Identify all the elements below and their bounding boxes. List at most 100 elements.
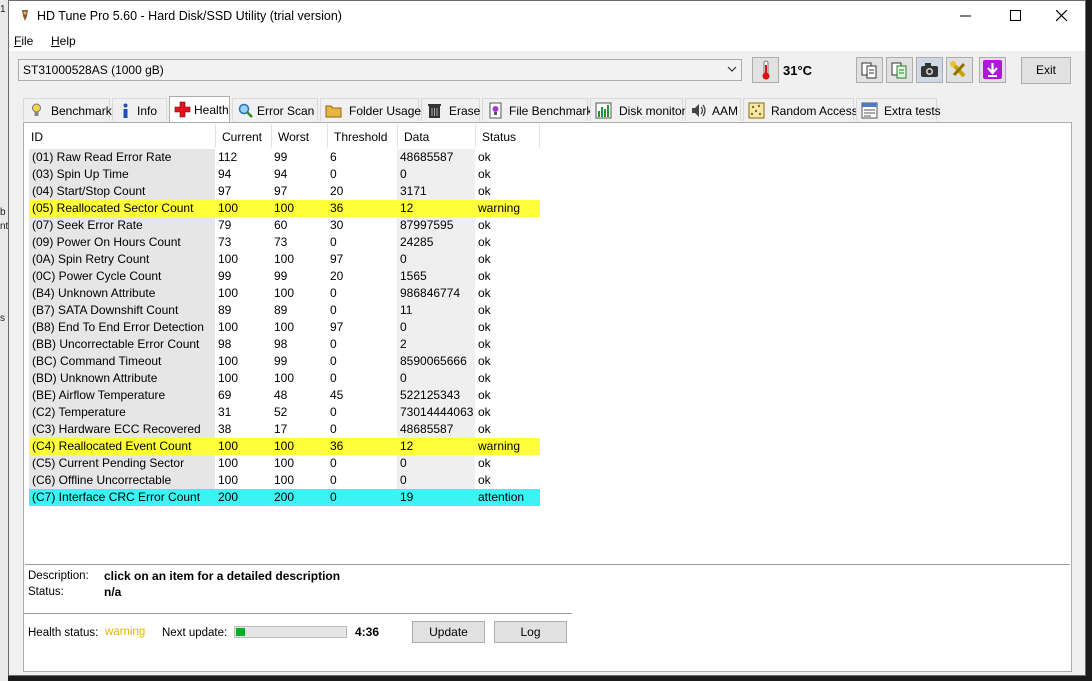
cell-status: ok: [478, 252, 491, 266]
details-area: Description: click on an item for a deta…: [24, 565, 1071, 671]
table-row[interactable]: (C3) Hardware ECC Recovered 38 17 0 48685587…: [29, 421, 540, 438]
tab-folder-usage[interactable]: Folder Usage: [320, 98, 421, 121]
table-row[interactable]: (07) Seek Error Rate 79 60 30 87997595 ok: [29, 217, 540, 234]
table-row[interactable]: (0A) Spin Retry Count 100 100 97 0 ok: [29, 251, 540, 268]
cell-threshold: 36: [327, 438, 397, 455]
table-row[interactable]: (B4) Unknown Attribute 100 100 0 986846774 ok: [29, 285, 540, 302]
menu-file[interactable]: File: [14, 34, 33, 48]
trash-icon: [428, 104, 441, 118]
copy-info-button[interactable]: [856, 57, 883, 83]
random-access-icon: [748, 102, 765, 119]
status-value: n/a: [104, 585, 122, 599]
table-row[interactable]: (BC) Command Timeout 100 99 0 8590065666 ok: [29, 353, 540, 370]
column-header-current[interactable]: Current: [216, 124, 272, 148]
column-header-worst[interactable]: Worst: [272, 124, 328, 148]
tab-label: Health: [194, 103, 229, 117]
maximize-button[interactable]: [993, 1, 1039, 31]
temperature-button[interactable]: [752, 57, 779, 83]
column-header-status[interactable]: Status: [476, 124, 540, 148]
tab-health[interactable]: Health: [169, 96, 230, 122]
drive-select[interactable]: ST31000528AS (1000 gB): [18, 59, 742, 81]
save-button[interactable]: [979, 57, 1006, 83]
table-row[interactable]: (C7) Interface CRC Error Count 200 200 0 19 a…: [29, 489, 540, 506]
cell-worst: 100: [274, 252, 295, 266]
cell-current: 200: [215, 489, 271, 506]
table-row[interactable]: (C5) Current Pending Sector 100 100 0 0 ok: [29, 455, 540, 472]
table-row[interactable]: (C4) Reallocated Event Count 100 100 36 12 wa…: [29, 438, 540, 455]
cell-id: (03) Spin Up Time: [29, 166, 215, 183]
health-cross-icon: [174, 101, 191, 118]
table-row[interactable]: (0C) Power Cycle Count 99 99 20 1565 ok: [29, 268, 540, 285]
tab-file-benchmark[interactable]: File Benchmark: [482, 98, 592, 121]
tab-erase[interactable]: Erase: [421, 98, 480, 121]
tab-disk-monitor[interactable]: Disk monitor: [590, 98, 686, 121]
table-row[interactable]: (03) Spin Up Time 94 94 0 0 ok: [29, 166, 540, 183]
cell-threshold: 0: [327, 489, 397, 506]
tab-error-scan[interactable]: Error Scan: [232, 98, 318, 121]
copy-all-button[interactable]: [886, 57, 913, 83]
cell-worst: 100: [274, 473, 295, 487]
column-header-id[interactable]: ID: [25, 124, 216, 148]
table-row[interactable]: (04) Start/Stop Count 97 97 20 3171 ok: [29, 183, 540, 200]
table-row[interactable]: (01) Raw Read Error Rate 112 99 6 48685587 ok: [29, 149, 540, 166]
column-header-threshold[interactable]: Threshold: [328, 124, 398, 148]
table-row[interactable]: (BD) Unknown Attribute 100 100 0 0 ok: [29, 370, 540, 387]
cell-status: ok: [478, 354, 491, 368]
tab-extra-tests[interactable]: Extra tests: [856, 98, 941, 121]
close-icon: [1056, 10, 1068, 22]
info-icon: [123, 103, 128, 118]
table-row[interactable]: (B7) SATA Downshift Count 89 89 0 11 ok: [29, 302, 540, 319]
cell-current: 31: [218, 405, 232, 419]
cell-current: 100: [218, 320, 239, 334]
screenshot-button[interactable]: [916, 57, 943, 83]
table-row[interactable]: (BB) Uncorrectable Error Count 98 98 0 2 ok: [29, 336, 540, 353]
options-button[interactable]: [946, 57, 973, 83]
cell-status: ok: [478, 320, 491, 334]
cell-status: ok: [478, 473, 491, 487]
cell-worst: 100: [271, 200, 327, 217]
table-row[interactable]: (05) Reallocated Sector Count 100 100 36 12 w…: [29, 200, 540, 217]
window-title: HD Tune Pro 5.60 - Hard Disk/SSD Utility…: [37, 9, 342, 23]
menu-help[interactable]: Help: [51, 34, 76, 48]
table-row[interactable]: (B8) End To End Error Detection 100 100 97 0…: [29, 319, 540, 336]
cell-worst: 99: [274, 150, 288, 164]
next-update-time: 4:36: [355, 625, 380, 639]
file-benchmark-icon: [489, 102, 502, 119]
close-button[interactable]: [1039, 1, 1085, 31]
minimize-button[interactable]: [943, 1, 989, 31]
table-row[interactable]: (BE) Airflow Temperature 69 48 45 522125343 o…: [29, 387, 540, 404]
cell-data: 87997595: [397, 217, 475, 234]
cell-worst: 89: [274, 303, 288, 317]
cell-id: (BD) Unknown Attribute: [29, 370, 215, 387]
table-row[interactable]: (C2) Temperature 31 52 0 73014444063 ok: [29, 404, 540, 421]
cell-threshold: 0: [330, 286, 337, 300]
cell-current: 73: [218, 235, 232, 249]
smart-attribute-table[interactable]: ID Current Worst Threshold Data Status (…: [25, 124, 1070, 565]
cell-threshold: 0: [330, 371, 337, 385]
update-button[interactable]: Update: [412, 621, 485, 643]
copy-all-icon: [891, 62, 907, 79]
column-header-data[interactable]: Data: [398, 124, 476, 148]
table-row[interactable]: (C6) Offline Uncorrectable 100 100 0 0 ok: [29, 472, 540, 489]
menu-help-mnemonic: H: [51, 34, 60, 48]
log-button[interactable]: Log: [494, 621, 567, 643]
table-row[interactable]: (09) Power On Hours Count 73 73 0 24285 ok: [29, 234, 540, 251]
tab-benchmark[interactable]: Benchmark: [23, 98, 112, 121]
exit-button[interactable]: Exit: [1021, 57, 1071, 84]
next-update-label: Next update:: [162, 627, 228, 639]
cell-worst: 100: [274, 371, 295, 385]
health-status-value: warning: [105, 626, 146, 638]
tab-random-access[interactable]: Random Access: [743, 98, 858, 121]
status-label: Status:: [28, 586, 64, 598]
cell-current: 69: [218, 388, 232, 402]
cell-status: ok: [478, 150, 491, 164]
cell-threshold: 0: [330, 337, 337, 351]
tab-aam[interactable]: AAM: [685, 98, 741, 121]
title-bar[interactable]: HD Tune Pro 5.60 - Hard Disk/SSD Utility…: [9, 1, 1085, 31]
minimize-icon: [960, 15, 971, 17]
cell-worst: 98: [274, 337, 288, 351]
cell-current: 100: [218, 252, 239, 266]
cell-threshold: 36: [327, 200, 397, 217]
cell-current: 98: [218, 337, 232, 351]
tab-info[interactable]: Info: [112, 98, 167, 121]
